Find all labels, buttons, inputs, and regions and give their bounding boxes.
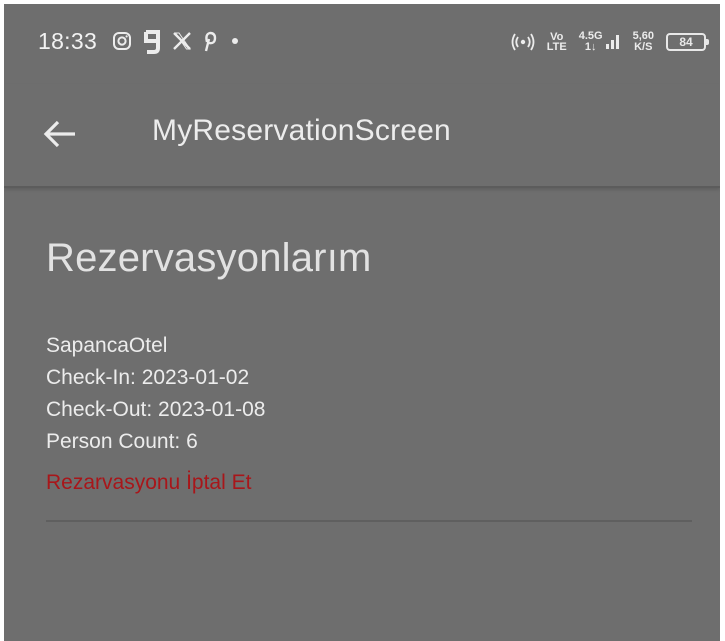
status-time: 18:33 [38,28,98,54]
system-icons: Vo LTE 4.5G 1↓ 5,60 K/S 84 [511,28,709,56]
check-out-date: Check-Out: 2023-01-08 [46,398,266,421]
status-bar: 18:33 Vo LTE 4.5G 1↓ 5,60 K/S 84 [4,4,720,84]
back-button[interactable] [40,116,80,156]
app-bar-title: MyReservationScreen [152,114,451,147]
notification-icons [112,26,242,56]
hotspot-icon [511,32,535,52]
check-in-date: Check-In: 2023-01-02 [46,366,250,389]
cancel-reservation-button[interactable]: Rezarvasyonu İptal Et [46,468,251,498]
instagram-icon [112,31,132,51]
network-indicator: 4.5G 1↓ [579,31,621,53]
hotel-name: SapancaOtel [46,334,168,357]
dot-icon [228,34,242,48]
list-divider [46,520,692,522]
network-type-stack: 4.5G 1↓ [579,31,603,53]
gettr-icon [142,28,162,54]
page-title: Rezervasyonlarım [46,236,372,280]
battery-icon: 84 [666,33,709,51]
battery-level: 84 [679,35,693,49]
pinterest-icon [202,30,218,52]
volte-bottom-label: LTE [546,41,567,53]
x-icon [172,31,192,51]
speed-unit: K/S [634,41,653,53]
volte-indicator: Vo LTE [546,32,567,53]
phone-screen: 18:33 Vo LTE 4.5G 1↓ 5,60 K/S 84 MyReser… [4,4,720,641]
network-sub-label: 1↓ [584,41,597,53]
arrow-left-icon [43,119,77,154]
network-speed: 5,60 K/S [633,31,654,53]
reservation-card: SapancaOtel Check-In: 2023-01-02 Check-O… [46,330,692,498]
signal-icon [605,32,621,53]
person-count: Person Count: 6 [46,430,198,453]
app-bar: MyReservationScreen [4,84,720,188]
